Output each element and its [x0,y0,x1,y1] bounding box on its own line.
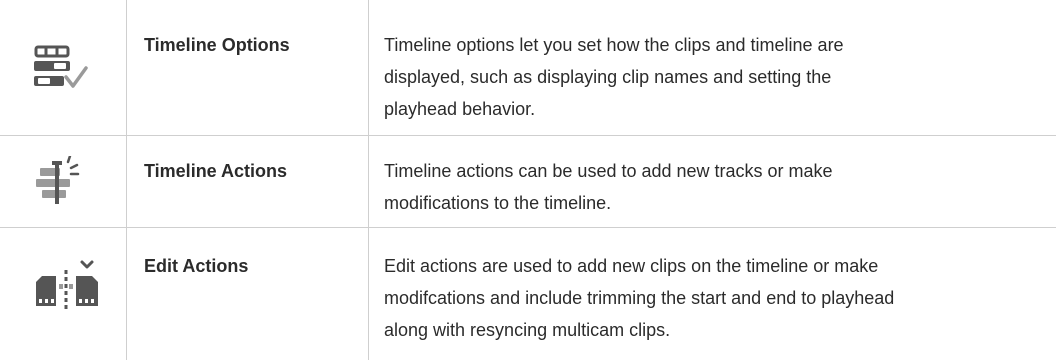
row-name: Timeline Options [144,35,290,55]
description-line: Edit actions are used to add new clips o… [384,256,879,276]
icon-cell [0,136,126,227]
description-line: playhead behavior. [384,99,536,119]
table-row: Timeline Actions Timeline actions can be… [0,136,1056,227]
description-line: Timeline options let you set how the cli… [384,35,844,55]
edit-actions-icon [36,260,98,312]
feature-table: Timeline Options Timeline options let yo… [0,0,1056,360]
row-description: Timeline actions can be used to add new … [384,155,1044,219]
timeline-actions-icon [36,156,80,204]
description-line: displayed, such as displaying clip names… [384,67,832,87]
icon-cell [0,228,126,360]
table-row: Edit Actions Edit actions are used to ad… [0,228,1056,360]
table-row: Timeline Options Timeline options let yo… [0,0,1056,135]
row-name: Timeline Actions [144,161,288,181]
description-line: Timeline actions can be used to add new … [384,161,833,181]
row-name: Edit Actions [144,256,249,276]
row-description: Edit actions are used to add new clips o… [384,250,1044,346]
description-line: modifcations and include trimming the st… [384,288,895,308]
description-line: modifications to the timeline. [384,193,612,213]
description-line: along with resyncing multicam clips. [384,320,671,340]
icon-cell [0,0,126,135]
timeline-options-icon [34,45,88,88]
row-description: Timeline options let you set how the cli… [384,29,1044,125]
